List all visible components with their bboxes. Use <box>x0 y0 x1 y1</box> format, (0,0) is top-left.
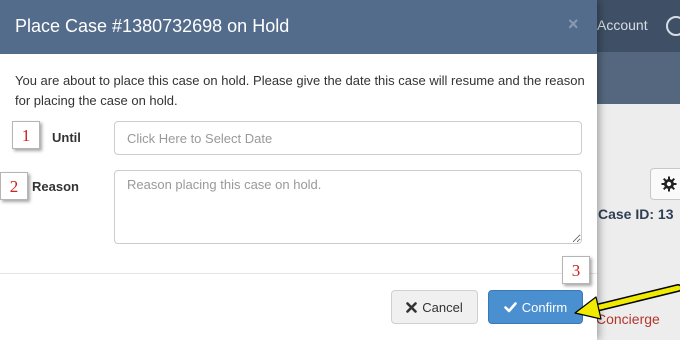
until-date-input[interactable] <box>114 121 582 155</box>
globe-icon[interactable] <box>666 16 680 36</box>
until-label: Until <box>52 130 81 145</box>
modal-intro-text: You are about to place this case on hold… <box>15 73 585 108</box>
modal-header: Place Case #1380732698 on Hold × <box>0 0 597 54</box>
hold-case-modal: Place Case #1380732698 on Hold × You are… <box>0 0 597 340</box>
confirm-button[interactable]: Confirm <box>488 290 583 324</box>
step-callout-2: 2 <box>0 172 28 200</box>
modal-footer-divider <box>0 273 597 274</box>
pointer-arrow-icon <box>574 284 680 320</box>
check-icon <box>503 301 517 312</box>
modal-title: Place Case #1380732698 on Hold <box>15 16 290 36</box>
case-id-label: Case ID: 13 <box>598 206 674 222</box>
close-icon[interactable]: × <box>568 14 579 35</box>
cancel-button-label: Cancel <box>422 299 463 315</box>
cancel-button[interactable]: Cancel <box>391 290 478 324</box>
gear-icon <box>661 176 677 192</box>
step-callout-1: 1 <box>12 121 40 149</box>
account-menu-link[interactable]: Account <box>597 17 648 33</box>
reason-label: Reason <box>32 179 79 194</box>
confirm-button-label: Confirm <box>521 299 568 315</box>
reason-textarea[interactable] <box>114 170 582 244</box>
step-callout-3: 3 <box>562 256 590 284</box>
settings-button[interactable] <box>650 168 680 200</box>
times-icon <box>406 301 418 313</box>
